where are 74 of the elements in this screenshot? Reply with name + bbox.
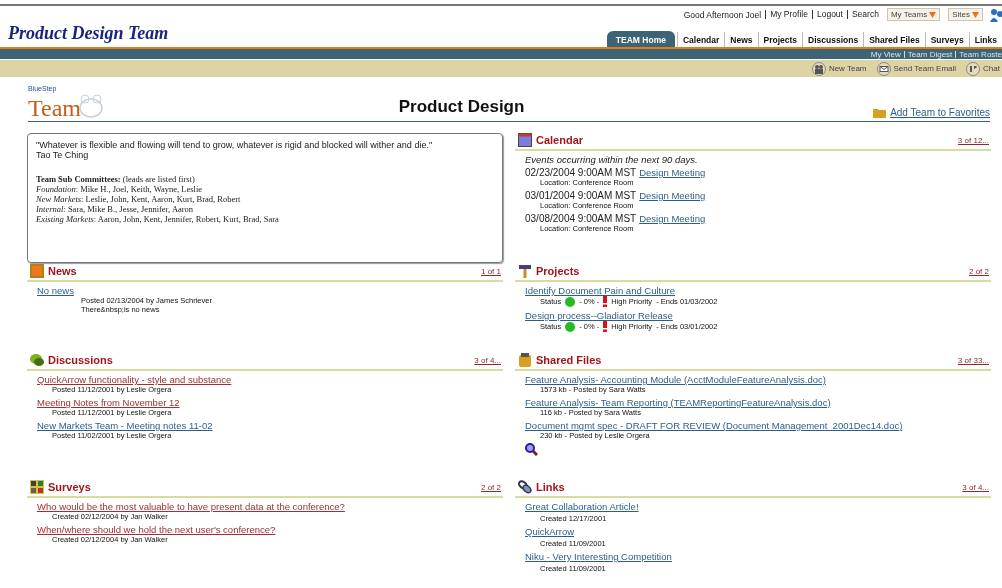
speech-bubbles-icon: [30, 353, 44, 367]
item-link[interactable]: Design Meeting: [639, 167, 706, 178]
committee-line: Internal: Sara, Mike B., Jesse, Jennifer, Aaron: [36, 204, 195, 214]
committee-line: Existing Markets: Aaron, John, Kent, Jennifer, Robert, Kurt, Brad, Sara: [36, 214, 280, 224]
section-title: Links: [536, 481, 566, 493]
subnav-link[interactable]: My View: [870, 49, 901, 59]
item-link[interactable]: Design Meeting: [639, 213, 706, 224]
section-title: News: [48, 265, 78, 277]
item-link[interactable]: QuickArrow: [525, 526, 575, 537]
count-link[interactable]: 3 of 33...: [957, 355, 989, 365]
section-title: Calendar: [536, 134, 585, 146]
item-link[interactable]: Identify Document Pain and Culture: [525, 285, 675, 296]
chat-icon: [966, 61, 981, 76]
committees-heading: Team Sub Committees: (leads are listed first): [36, 174, 196, 184]
team-icon: [811, 61, 826, 76]
item-link[interactable]: Feature Analysis- Accounting Module (AcctModuleFeatureAnalysis.doc): [525, 374, 826, 385]
committee-line: Foundation: Mike H., Joel, Keith, Wayne, Leslie: [36, 184, 204, 194]
item-link[interactable]: Document mgmt spec - DRAFT FOR REVIEW (Document Management_2001Dec14.doc): [525, 420, 903, 431]
intro-text: Events occurring within the next 90 days.: [525, 154, 699, 165]
section-title: Discussions: [48, 354, 114, 366]
search-icon: [525, 443, 538, 456]
nav-tab[interactable]: TEAM Home: [606, 31, 675, 47]
quote-text: "Whatever is flexible and flowing will tend to grow, whatever is rigid and blocked will wither and die.": [36, 140, 434, 150]
people-icon: [990, 7, 1002, 22]
count-link[interactable]: 3 of 4...: [474, 355, 501, 365]
event-time: 03/01/2004 9:00AM MST: [525, 190, 637, 201]
greeting-text: Good Afternoon Joel: [683, 9, 762, 20]
page-title: Product Design: [397, 97, 526, 117]
item-link[interactable]: QuickArrow functionality - style and substance: [37, 374, 232, 385]
item-link[interactable]: Great Collaboration Article!: [525, 501, 639, 512]
count-link[interactable]: 1 of 1: [481, 266, 501, 276]
count-link[interactable]: 3 of 12...: [957, 135, 989, 145]
caret-icon: [929, 11, 937, 18]
folder-icon: [518, 353, 532, 367]
newspaper-icon: [30, 264, 44, 278]
exclamation-icon: [603, 321, 608, 332]
caret-icon: [972, 11, 979, 18]
event-time: 02/23/2004 9:00AM MST: [525, 167, 637, 178]
count-link[interactable]: 2 of 2: [481, 482, 501, 492]
header-link[interactable]: Search: [846, 10, 879, 19]
event-time: 03/08/2004 9:00AM MST: [525, 213, 637, 224]
item-link[interactable]: Design Meeting: [639, 190, 706, 201]
survey-grid-icon: [30, 480, 44, 494]
header-link[interactable]: My Profile: [765, 10, 808, 19]
item-link[interactable]: Design process--Gladiator Release: [525, 310, 673, 321]
dropdown-button[interactable]: Sites: [948, 8, 983, 21]
chain-icon: [518, 480, 532, 494]
count-link[interactable]: 2 of 2: [969, 266, 989, 276]
quote-author: Tao Te Ching: [36, 150, 90, 160]
item-link[interactable]: Niku - Very Interesting Competition: [525, 551, 672, 562]
section-title: Shared Files: [536, 354, 603, 366]
subnav-link[interactable]: Team Roste: [955, 50, 1002, 58]
hammer-icon: [518, 264, 532, 278]
site-title: Product Design Team: [7, 23, 169, 45]
section-title: Projects: [536, 265, 581, 277]
toolbar-button[interactable]: New Team: [809, 61, 869, 76]
subnav-link[interactable]: Team Digest: [903, 50, 953, 58]
item-link[interactable]: Meeting Notes from November 12: [37, 397, 180, 408]
item-link[interactable]: When/where should we hold the next user's conference?: [37, 524, 276, 535]
item-link[interactable]: New Markets Team - Meeting notes 11-02: [37, 420, 213, 431]
item-link[interactable]: No news: [37, 285, 74, 296]
section-title: Surveys: [48, 481, 92, 493]
calendar-icon: [518, 133, 532, 147]
toolbar-button[interactable]: Chat: [964, 61, 1002, 76]
item-link[interactable]: Feature Analysis- Team Reporting (TEAMReportingFeatureAnalysis.doc): [525, 397, 831, 408]
dropdown-button[interactable]: My Teams: [886, 8, 941, 21]
committee-line: New Markets: Leslie, John, Kent, Aaron, Kurt, Brad, Robert: [36, 194, 242, 204]
toolbar-button[interactable]: Send Team Email: [874, 61, 959, 76]
item-link[interactable]: Who would be the most valuable to have present data at the conference?: [37, 501, 345, 512]
favorites-link[interactable]: Add Team to Favorites: [873, 107, 990, 118]
folder-icon: [873, 107, 887, 118]
count-link[interactable]: 3 of 4...: [962, 482, 989, 492]
exclamation-icon: [603, 296, 608, 307]
header-link[interactable]: Logout: [811, 10, 843, 19]
